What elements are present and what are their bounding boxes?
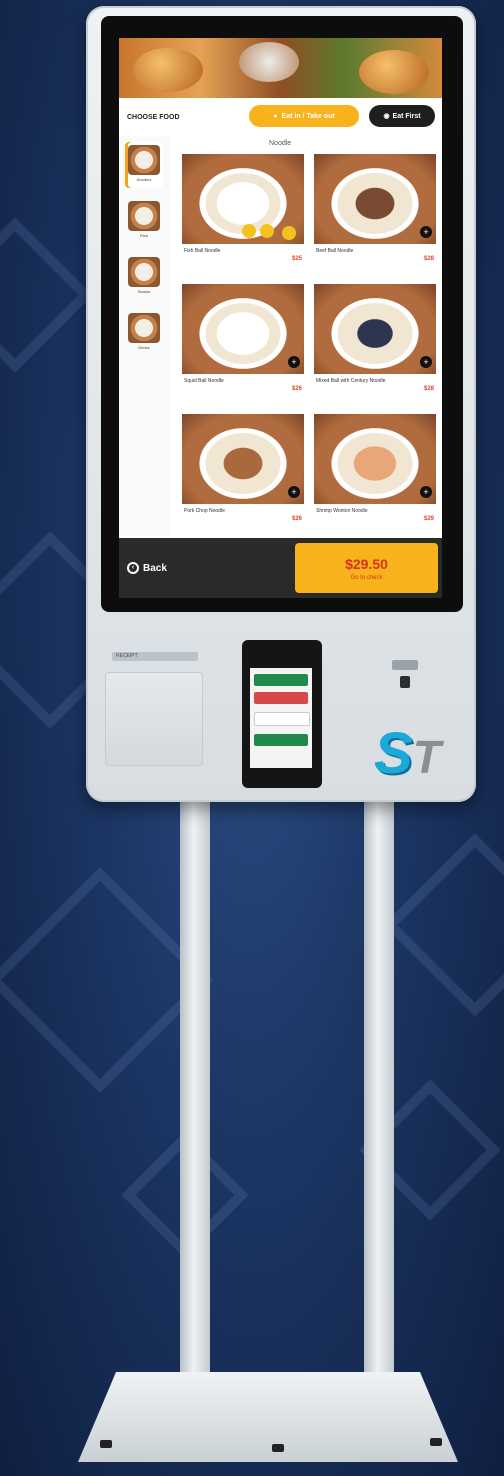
checkout-button[interactable]: $29.50 Go to check <box>295 543 438 593</box>
category-thumbnail <box>128 145 160 175</box>
background-square <box>0 217 93 373</box>
product-card[interactable]: + Pork Chop Noodle $26 <box>182 414 304 532</box>
background-square <box>383 833 504 1017</box>
back-button[interactable]: ‹ Back <box>127 558 167 578</box>
product-image: + <box>182 414 304 504</box>
category-item-snacks[interactable]: Snacks <box>125 254 163 300</box>
pos-row <box>254 712 310 726</box>
stand-pole-right <box>364 800 394 1380</box>
category-label: Drinks <box>138 345 150 350</box>
product-name: Pork Chop Noodle <box>184 508 225 514</box>
takeaway-tab[interactable]: ● Eat in / Take out <box>249 105 359 127</box>
product-card[interactable]: Fish Ball Noodle $25 <box>182 154 304 272</box>
base-foot <box>272 1444 284 1452</box>
base-foot <box>430 1438 442 1446</box>
product-image: + <box>314 414 436 504</box>
product-price: $25 <box>291 256 302 262</box>
dinein-label: Eat First <box>392 112 421 120</box>
product-card[interactable]: + Mixed Ball with Century Noodle $28 <box>314 284 436 402</box>
stand-pole-left <box>180 800 210 1380</box>
product-price: $29 <box>423 516 434 522</box>
category-item-noodles[interactable]: Noodles <box>125 142 163 188</box>
category-thumbnail <box>128 201 160 231</box>
pos-row <box>254 692 308 704</box>
checkout-label: Go to check <box>350 574 383 581</box>
brand-logo-t: T <box>412 731 441 783</box>
add-icon[interactable]: + <box>420 356 432 368</box>
product-name: Squid Ball Noodle <box>184 378 224 384</box>
hero-banner <box>119 38 442 98</box>
dinein-tab[interactable]: ◉ Eat First <box>369 105 435 127</box>
product-name: Fish Ball Noodle <box>184 248 221 254</box>
egg-garnish <box>260 224 274 238</box>
product-image: + <box>182 284 304 374</box>
egg-garnish <box>282 226 296 240</box>
product-name: Mixed Ball with Century Noodle <box>316 378 386 384</box>
back-arrow-icon: ‹ <box>127 562 139 574</box>
kiosk-screen: CHOOSE FOOD ● Eat in / Take out ◉ Eat Fi… <box>119 38 442 598</box>
food-image <box>239 42 299 82</box>
category-thumbnail <box>128 257 160 287</box>
product-card[interactable]: + Squid Ball Noodle $26 <box>182 284 304 402</box>
product-price: $26 <box>291 386 302 392</box>
egg-garnish <box>242 224 256 238</box>
category-label: Snacks <box>137 289 151 294</box>
add-icon[interactable]: + <box>420 226 432 238</box>
product-name: Beef Ball Noodle <box>316 248 354 254</box>
product-card[interactable]: + Beef Ball Noodle $28 <box>314 154 436 272</box>
product-price: $28 <box>423 256 434 262</box>
grid-title: Noodle <box>269 140 292 147</box>
category-label: Rice <box>139 233 148 238</box>
brand-logo-s: S <box>374 721 413 786</box>
add-icon[interactable]: + <box>288 356 300 368</box>
product-price: $26 <box>291 516 302 522</box>
category-item-rice[interactable]: Rice <box>125 198 163 244</box>
order-total: $29.50 <box>345 555 388 572</box>
category-item-drinks[interactable]: Drinks <box>125 310 163 356</box>
category-label: Noodles <box>136 177 152 182</box>
bottom-bar: ‹ Back $29.50 Go to check <box>119 538 442 598</box>
brand-logo: ST <box>374 720 454 790</box>
receipt-printer-panel <box>105 672 203 766</box>
product-image: + <box>314 154 436 244</box>
category-sidebar: Noodles Rice Snacks Drinks <box>119 136 171 536</box>
base-foot <box>100 1440 112 1448</box>
pos-row <box>254 734 308 746</box>
pos-row <box>254 674 308 686</box>
back-label: Back <box>143 562 167 574</box>
product-card[interactable]: + Shrimp Wonton Noodle $29 <box>314 414 436 532</box>
card-reader[interactable] <box>388 660 422 696</box>
takeaway-label: Eat in / Take out <box>281 112 335 120</box>
product-image: + <box>314 284 436 374</box>
product-name: Shrimp Wonton Noodle <box>316 508 368 514</box>
scanner-eye <box>400 676 410 688</box>
add-icon[interactable]: + <box>288 486 300 498</box>
category-thumbnail <box>128 313 160 343</box>
printer-label: RECEIPT <box>116 653 138 659</box>
burger-image <box>359 50 429 94</box>
order-topbar: CHOOSE FOOD ● Eat in / Take out ◉ Eat Fi… <box>119 98 442 136</box>
pos-terminal-screen[interactable] <box>250 668 312 768</box>
shop-title: CHOOSE FOOD <box>127 113 180 121</box>
plate-icon: ◉ <box>383 113 390 120</box>
add-icon[interactable]: + <box>420 486 432 498</box>
stand-base <box>78 1372 458 1462</box>
product-price: $28 <box>423 386 434 392</box>
card-slot <box>392 660 418 670</box>
bag-icon: ● <box>273 112 278 120</box>
product-image <box>182 154 304 244</box>
burger-image <box>133 48 203 92</box>
